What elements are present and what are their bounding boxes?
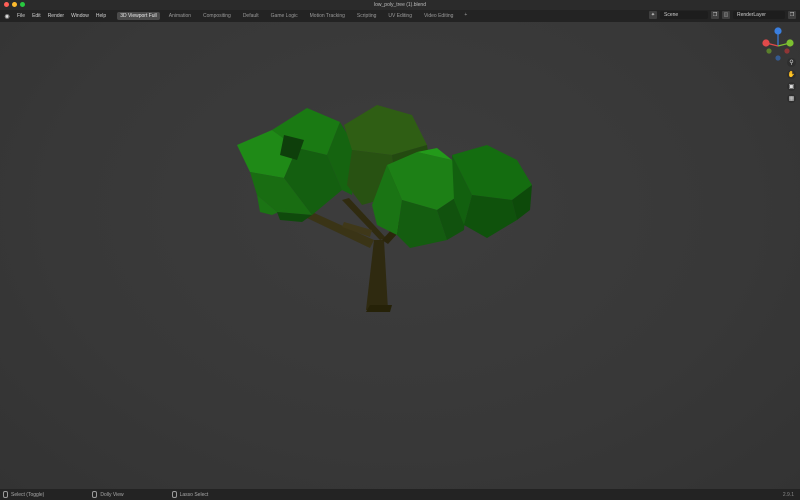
tab-animation[interactable]: Animation: [166, 12, 194, 20]
menu-render[interactable]: Render: [48, 13, 64, 19]
gizmo-x-axis: [762, 39, 770, 47]
version-label: 2.9.1: [782, 491, 794, 498]
low-poly-tree-model[interactable]: [232, 100, 542, 315]
viewport-nav-buttons: ⚲ ✋ ▣ ▦: [787, 58, 796, 103]
tab-motion-tracking[interactable]: Motion Tracking: [307, 12, 348, 20]
mouse-right-icon: [171, 491, 177, 498]
gizmo-neg-x: [784, 48, 790, 54]
ortho-grid-icon[interactable]: ▦: [787, 94, 796, 103]
render-layer-icon[interactable]: ◫: [722, 11, 730, 19]
foliage-left: [237, 108, 357, 222]
status-lasso-label: Lasso Select: [179, 491, 209, 498]
add-workspace-button[interactable]: +: [464, 12, 467, 20]
tab-default[interactable]: Default: [240, 12, 262, 20]
copy-icon[interactable]: ❐: [788, 11, 796, 19]
zoom-icon[interactable]: ⚲: [787, 58, 796, 67]
window-titlebar: low_poly_tree (1).blend: [0, 0, 800, 10]
menu-edit[interactable]: Edit: [32, 13, 41, 19]
gizmo-z-axis: [774, 27, 782, 35]
pan-hand-icon[interactable]: ✋: [787, 70, 796, 79]
status-pan-label: Dolly View: [100, 491, 124, 498]
workspace-tabs: 3D Viewport Full Animation Compositing D…: [117, 12, 467, 20]
camera-view-icon[interactable]: ▣: [787, 82, 796, 91]
close-window-button[interactable]: [4, 2, 9, 7]
scene-layer-selectors: ✦ Scene ❐ ◫ RenderLayer ❐: [649, 11, 796, 19]
tab-video-editing[interactable]: Video Editing: [421, 12, 456, 20]
scene-selector[interactable]: Scene: [660, 11, 708, 19]
menu-window[interactable]: Window: [71, 13, 89, 19]
tab-game-logic[interactable]: Game Logic: [268, 12, 301, 20]
gizmo-y-axis: [786, 39, 794, 47]
mouse-middle-icon: [92, 491, 98, 498]
foliage-right: [452, 145, 532, 238]
traffic-lights: [4, 2, 25, 7]
status-select-label: Select (Toggle): [11, 491, 45, 498]
menu-file[interactable]: File: [17, 13, 25, 19]
copy-icon[interactable]: ❐: [711, 11, 719, 19]
scene-icon[interactable]: ✦: [649, 11, 657, 19]
minimize-window-button[interactable]: [12, 2, 17, 7]
view-layer-selector[interactable]: RenderLayer: [733, 11, 785, 19]
scene-name: Scene: [664, 12, 679, 18]
status-lasso: Lasso Select: [171, 491, 209, 498]
view-layer-name: RenderLayer: [737, 12, 766, 18]
tab-uv-editing[interactable]: UV Editing: [385, 12, 415, 20]
status-select: Select (Toggle): [3, 491, 44, 498]
blender-logo-icon[interactable]: ◉: [3, 12, 11, 20]
top-bar: ◉ File Edit Render Window Help 3D Viewpo…: [0, 10, 800, 22]
tab-compositing[interactable]: Compositing: [200, 12, 234, 20]
status-bar: Select (Toggle) Dolly View Lasso Select …: [0, 489, 800, 500]
status-pan: Dolly View: [92, 491, 124, 498]
window-title: low_poly_tree (1).blend: [374, 2, 426, 8]
mouse-left-icon: [3, 491, 8, 498]
tab-scripting[interactable]: Scripting: [354, 12, 379, 20]
tab-3d-viewport-full[interactable]: 3D Viewport Full: [117, 12, 160, 20]
gizmo-neg-y: [766, 48, 772, 54]
menu-help[interactable]: Help: [96, 13, 106, 19]
gizmo-neg-z: [775, 55, 781, 61]
maximize-window-button[interactable]: [20, 2, 25, 7]
